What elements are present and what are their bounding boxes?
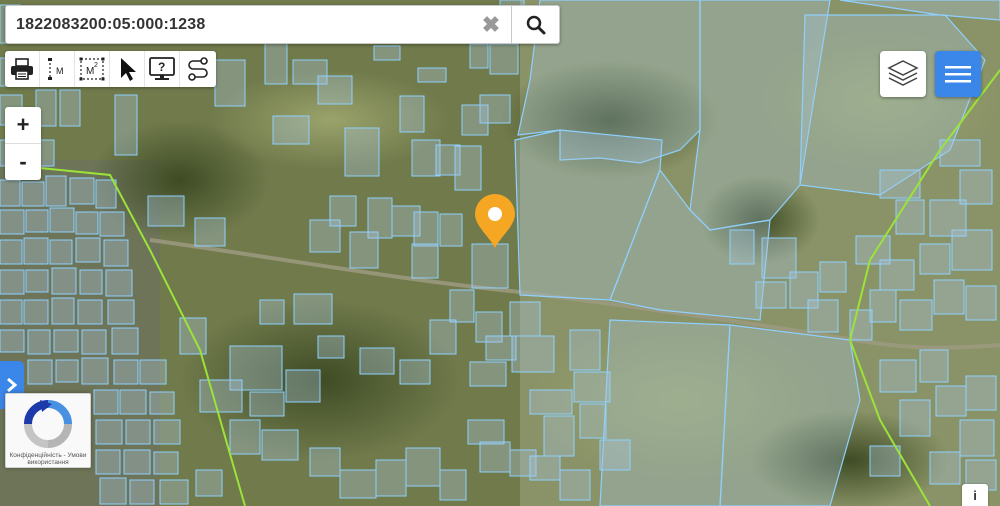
search-icon (526, 15, 545, 34)
pointer-icon (121, 58, 136, 81)
search-button[interactable] (511, 6, 559, 43)
info-button[interactable]: i (962, 484, 988, 506)
svg-text:2: 2 (94, 62, 98, 69)
measure-distance-button[interactable]: M (40, 51, 75, 87)
route-icon (187, 57, 208, 81)
zoom-out-button[interactable]: - (5, 144, 41, 180)
measure-area-button[interactable]: M2 (75, 51, 110, 87)
search-input[interactable]: 1822083200:05:000:1238 (6, 16, 471, 34)
svg-text:M: M (56, 66, 64, 76)
svg-text:?: ? (158, 60, 165, 74)
measure-distance-icon: M (48, 58, 64, 80)
tools-toolbar: M M2 ? (5, 51, 216, 87)
print-icon (11, 58, 33, 80)
zoom-control: + - (5, 107, 41, 180)
pointer-button[interactable] (110, 51, 145, 87)
layers-icon (887, 60, 919, 86)
measure-area-icon: M2 (79, 57, 105, 81)
route-button[interactable] (180, 51, 215, 87)
recaptcha-badge[interactable]: Конфіденційність - Умови використання (5, 393, 91, 468)
identify-icon: ? (149, 57, 175, 80)
search-bar: 1822083200:05:000:1238 ✖ (5, 5, 560, 44)
recaptcha-icon (24, 400, 72, 448)
layers-button[interactable] (880, 51, 926, 97)
identify-button[interactable]: ? (145, 51, 180, 87)
close-icon[interactable]: ✖ (471, 6, 511, 43)
chevron-right-icon (7, 377, 18, 393)
hamburger-menu-icon (945, 66, 971, 83)
zoom-in-button[interactable]: + (5, 107, 41, 144)
print-button[interactable] (5, 51, 40, 87)
recaptcha-terms[interactable]: Конфіденційність - Умови використання (6, 452, 90, 466)
menu-button[interactable] (935, 51, 981, 97)
